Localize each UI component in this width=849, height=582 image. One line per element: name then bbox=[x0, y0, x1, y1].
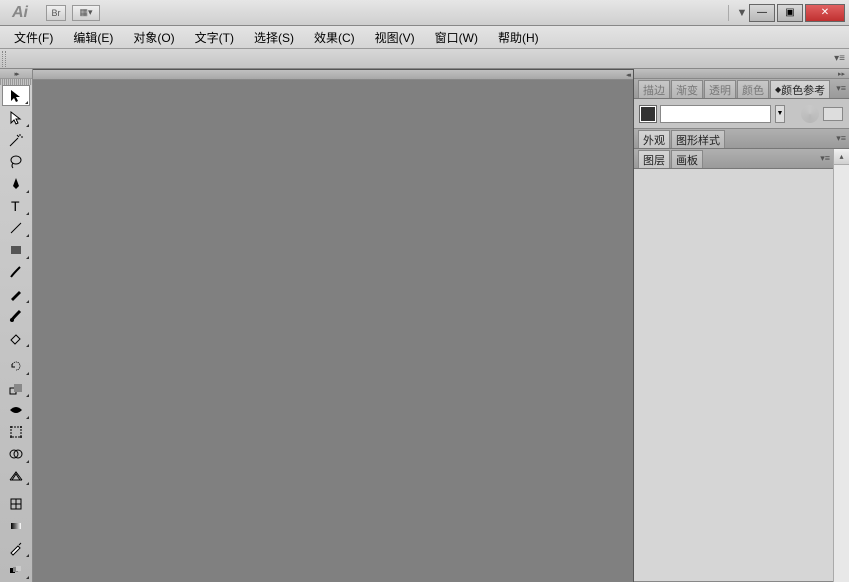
menu-edit[interactable]: 编辑(E) bbox=[63, 26, 123, 49]
eraser-tool[interactable] bbox=[2, 327, 30, 348]
menu-bar: 文件(F) 编辑(E) 对象(O) 文字(T) 选择(S) 效果(C) 视图(V… bbox=[0, 26, 849, 49]
layers-scrollbar[interactable]: ▴ bbox=[833, 149, 849, 582]
tools-panel: ▸▸ T bbox=[0, 69, 33, 582]
menu-effect[interactable]: 效果(C) bbox=[304, 26, 365, 49]
tab-appearance[interactable]: 外观 bbox=[638, 130, 670, 148]
tab-transparency[interactable]: 透明 bbox=[704, 80, 736, 98]
tab-layers[interactable]: 图层 bbox=[638, 150, 670, 168]
arrange-documents-button[interactable]: ▦▾ bbox=[72, 5, 100, 21]
perspective-grid-tool[interactable] bbox=[2, 465, 30, 486]
layers-list[interactable] bbox=[634, 169, 833, 582]
maximize-button[interactable]: ▣ bbox=[777, 4, 803, 22]
appearance-panel-menu[interactable]: ▾≡ bbox=[836, 133, 846, 144]
workspace-dropdown[interactable]: ▼ bbox=[735, 6, 749, 20]
gradient-tool[interactable] bbox=[2, 515, 30, 536]
paintbrush-tool[interactable] bbox=[2, 261, 30, 282]
canvas-collapse[interactable]: ◂◂ bbox=[33, 70, 633, 80]
right-panel-collapse[interactable]: ▸▸ bbox=[634, 69, 849, 79]
menu-object[interactable]: 对象(O) bbox=[123, 26, 184, 49]
tab-colorguide[interactable]: ◆颜色参考 bbox=[770, 80, 830, 98]
canvas-area[interactable]: ◂◂ bbox=[33, 69, 633, 582]
menu-file[interactable]: 文件(F) bbox=[4, 26, 63, 49]
menu-help[interactable]: 帮助(H) bbox=[488, 26, 549, 49]
tab-colorguide-label: 颜色参考 bbox=[781, 82, 825, 98]
menu-window[interactable]: 窗口(W) bbox=[425, 26, 488, 49]
selection-tool[interactable] bbox=[2, 85, 30, 106]
menu-type[interactable]: 文字(T) bbox=[185, 26, 244, 49]
width-tool[interactable] bbox=[2, 399, 30, 420]
tab-graphicstyles[interactable]: 图形样式 bbox=[671, 130, 725, 148]
right-panels: ▸▸ 描边 渐变 透明 颜色 ◆颜色参考 ▾≡ ▼ 外观 bbox=[633, 69, 849, 582]
blob-brush-tool[interactable] bbox=[2, 305, 30, 326]
edit-colors-icon[interactable] bbox=[801, 105, 819, 123]
menu-select[interactable]: 选择(S) bbox=[244, 26, 304, 49]
eyedropper-tool[interactable] bbox=[2, 537, 30, 558]
tab-gradient[interactable]: 渐变 bbox=[671, 80, 703, 98]
control-bar-menu[interactable]: ▾≡ bbox=[834, 53, 845, 64]
rotate-tool[interactable] bbox=[2, 355, 30, 376]
minimize-button[interactable]: — bbox=[749, 4, 775, 22]
scroll-up-button[interactable]: ▴ bbox=[834, 149, 849, 165]
tab-stroke[interactable]: 描边 bbox=[638, 80, 670, 98]
close-button[interactable]: ✕ bbox=[805, 4, 845, 22]
free-transform-tool[interactable] bbox=[2, 421, 30, 442]
blend-tool[interactable] bbox=[2, 559, 30, 580]
color-panel-menu[interactable]: ▾≡ bbox=[836, 83, 846, 94]
magic-wand-tool[interactable] bbox=[2, 129, 30, 150]
harmony-display[interactable] bbox=[660, 105, 771, 123]
layers-panel-group: 图层 画板 ▾≡ ▴ bbox=[634, 149, 849, 582]
grip-icon bbox=[2, 51, 6, 67]
pencil-tool[interactable] bbox=[2, 283, 30, 304]
bridge-button[interactable]: Br bbox=[46, 5, 66, 21]
mesh-tool[interactable] bbox=[2, 493, 30, 514]
app-logo: Ai bbox=[0, 0, 40, 26]
direct-selection-tool[interactable] bbox=[2, 107, 30, 128]
tools-collapse[interactable]: ▸▸ bbox=[0, 69, 32, 79]
menu-view[interactable]: 视图(V) bbox=[365, 26, 425, 49]
shape-builder-tool[interactable] bbox=[2, 443, 30, 464]
appearance-panel-group: 外观 图形样式 ▾≡ bbox=[634, 129, 849, 149]
layers-panel-menu[interactable]: ▾≡ bbox=[820, 153, 830, 164]
tab-artboards[interactable]: 画板 bbox=[671, 150, 703, 168]
svg-text:T: T bbox=[11, 198, 20, 214]
lasso-tool[interactable] bbox=[2, 151, 30, 172]
color-panel-group: 描边 渐变 透明 颜色 ◆颜色参考 ▾≡ ▼ bbox=[634, 79, 849, 129]
scale-tool[interactable] bbox=[2, 377, 30, 398]
base-color-swatch[interactable] bbox=[640, 106, 656, 122]
tab-color[interactable]: 颜色 bbox=[737, 80, 769, 98]
harmony-dropdown[interactable]: ▼ bbox=[775, 105, 785, 123]
rectangle-tool[interactable] bbox=[2, 239, 30, 260]
line-tool[interactable] bbox=[2, 217, 30, 238]
save-to-swatches-icon[interactable] bbox=[823, 107, 843, 121]
control-bar: ▾≡ bbox=[0, 49, 849, 69]
type-tool[interactable]: T bbox=[2, 195, 30, 216]
pen-tool[interactable] bbox=[2, 173, 30, 194]
title-bar: Ai Br ▦▾ ▼ — ▣ ✕ bbox=[0, 0, 849, 26]
